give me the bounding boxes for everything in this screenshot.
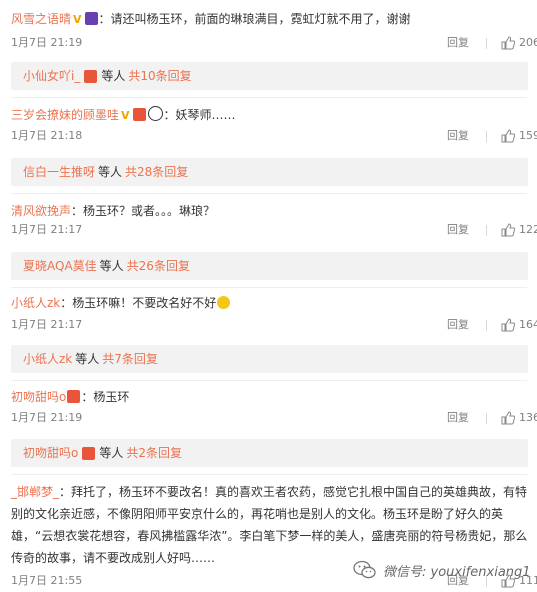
comment-text-block: _邯郸梦_：拜托了，杨玉环不要改名！真的喜欢王者农药，感觉它扎根中国自己的英雄典… bbox=[11, 481, 529, 569]
comment-text: ：杨玉环？或者。。。琳琅？ bbox=[71, 204, 216, 218]
divider bbox=[486, 320, 487, 331]
panda-emoji-icon bbox=[147, 106, 163, 121]
reply-count-link[interactable]: 共2条回复 bbox=[126, 439, 182, 467]
divider bbox=[11, 97, 527, 98]
reply-username[interactable]: 小纸人zk bbox=[23, 345, 72, 373]
like-count: 206 bbox=[519, 36, 537, 49]
comment-text-line: _邯郸梦_：拜托了，杨玉环不要改名！真的喜欢王者农药，感觉它扎根中国自己的英雄典… bbox=[11, 481, 529, 503]
reply-button[interactable]: 回复 bbox=[447, 410, 469, 426]
thumbs-up-icon bbox=[501, 223, 515, 237]
reply-username[interactable]: 初吻甜吗o bbox=[23, 439, 78, 467]
thumbs-up-icon bbox=[501, 318, 515, 332]
divider bbox=[11, 380, 527, 381]
member-badge-icon bbox=[67, 390, 81, 403]
reply-button[interactable]: 回复 bbox=[447, 222, 469, 238]
vip-badge-icon: V bbox=[73, 13, 82, 26]
divider bbox=[486, 413, 487, 424]
reply-others: 等人 bbox=[98, 165, 123, 179]
watermark: 微信号: youxifenxiang1 bbox=[353, 560, 531, 580]
reply-count-link[interactable]: 共10条回复 bbox=[128, 62, 191, 90]
vip-badge-icon: V bbox=[121, 109, 130, 122]
member-badge-icon bbox=[132, 108, 146, 121]
replies-summary[interactable]: 信白一生推呀 等人 共28条回复 bbox=[11, 158, 528, 186]
comment-username[interactable]: 风雪之语晴 bbox=[11, 12, 71, 26]
like-button[interactable]: 164 bbox=[501, 317, 537, 333]
reply-others: 等人 bbox=[99, 259, 124, 273]
watermark-text: 微信号: youxifenxiang1 bbox=[383, 564, 531, 580]
comment-time: 1月7日 21:55 bbox=[11, 574, 83, 587]
like-count: 159 bbox=[519, 129, 537, 142]
reply-button[interactable]: 回复 bbox=[447, 317, 469, 333]
crying-emoji-icon bbox=[217, 296, 231, 309]
thumbs-up-icon bbox=[501, 129, 515, 143]
reply-count-link[interactable]: 共7条回复 bbox=[102, 345, 158, 373]
like-count: 136 bbox=[519, 411, 537, 424]
divider bbox=[11, 193, 527, 194]
comment-text: ：请还叫杨玉环，前面的琳琅满目，霓虹灯就不用了，谢谢 bbox=[98, 12, 411, 26]
thumbs-up-icon bbox=[501, 411, 515, 425]
divider bbox=[11, 287, 527, 288]
thumbs-up-icon bbox=[501, 36, 515, 50]
comment-meta: 1月7日 21:18 回复 159 bbox=[11, 128, 537, 144]
comment-text-line: 初吻甜吗o ：杨玉环 bbox=[11, 388, 129, 406]
reply-button[interactable]: 回复 bbox=[447, 35, 469, 51]
reply-count-link[interactable]: 共28条回复 bbox=[125, 158, 188, 186]
comment-meta: 1月7日 21:19 回复 136 bbox=[11, 410, 537, 426]
reply-others: 等人 bbox=[101, 69, 126, 83]
replies-summary[interactable]: 夏晓AQA莫佳 等人 共26条回复 bbox=[11, 252, 528, 280]
comment-text: ：拜托了，杨玉环不要改名！真的喜欢王者农药，感觉它扎根中国自己的英雄典故，有特 bbox=[59, 485, 528, 499]
comment-time: 1月7日 21:17 bbox=[11, 318, 83, 331]
comment-username[interactable]: 小纸人zk bbox=[11, 296, 60, 310]
divider bbox=[11, 474, 527, 475]
comment-text-line: 别的文化亲近感，不像阴阳师平安京什么的，再花哨也是别人的文化。杨玉环是盼了好久的… bbox=[11, 507, 504, 521]
member-badge-icon bbox=[84, 12, 98, 25]
reply-others: 等人 bbox=[75, 352, 100, 366]
comment-username[interactable]: _邯郸梦_ bbox=[11, 485, 59, 499]
divider bbox=[486, 38, 487, 49]
like-count: 164 bbox=[519, 318, 537, 331]
reply-username[interactable]: 夏晓AQA莫佳 bbox=[23, 252, 97, 280]
comment-time: 1月7日 21:19 bbox=[11, 36, 83, 49]
replies-summary[interactable]: 初吻甜吗o 等人 共2条回复 bbox=[11, 439, 528, 467]
like-button[interactable]: 136 bbox=[501, 410, 537, 426]
comment-time: 1月7日 21:19 bbox=[11, 411, 83, 424]
comment-username[interactable]: 清风欲挽声 bbox=[11, 204, 71, 218]
comment-meta: 1月7日 21:17 回复 122 bbox=[11, 222, 537, 238]
divider bbox=[486, 225, 487, 236]
like-button[interactable]: 122 bbox=[501, 222, 537, 238]
comment-text-line: 雄，“云想衣裳花想容，春风拂槛露华浓”。李白笔下梦一样的美人，盛唐亮丽的符号杨贵… bbox=[11, 529, 528, 543]
comment-time: 1月7日 21:18 bbox=[11, 129, 83, 142]
replies-summary[interactable]: 小仙女吖i_ 等人 共10条回复 bbox=[11, 62, 528, 90]
comment-username[interactable]: 初吻甜吗o bbox=[11, 390, 66, 404]
comment-text: ：妖琴师…… bbox=[163, 108, 236, 122]
comment-meta: 1月7日 21:19 回复 206 bbox=[11, 35, 537, 51]
comment-text-line: 风雪之语晴 V ：请还叫杨玉环，前面的琳琅满目，霓虹灯就不用了，谢谢 bbox=[11, 10, 411, 29]
comment-username[interactable]: 三岁会撩妹的顾墨哇 bbox=[11, 108, 119, 122]
member-badge-icon bbox=[82, 446, 96, 460]
reply-button[interactable]: 回复 bbox=[447, 128, 469, 144]
reply-others: 等人 bbox=[99, 446, 124, 460]
divider bbox=[486, 131, 487, 142]
like-count: 122 bbox=[519, 223, 537, 236]
comment-text: ：杨玉环嘛！不要改名好不好 bbox=[60, 296, 217, 310]
replies-summary[interactable]: 小纸人zk 等人 共7条回复 bbox=[11, 345, 528, 373]
reply-username[interactable]: 小仙女吖i_ bbox=[23, 62, 80, 90]
comment-text: ：杨玉环 bbox=[81, 390, 130, 404]
like-button[interactable]: 206 bbox=[501, 35, 537, 51]
reply-username[interactable]: 信白一生推呀 bbox=[23, 158, 95, 186]
comment-text-line: 小纸人zk：杨玉环嘛！不要改名好不好 bbox=[11, 294, 231, 312]
wechat-logo-icon bbox=[353, 560, 376, 579]
comment-time: 1月7日 21:17 bbox=[11, 223, 83, 236]
reply-count-link[interactable]: 共26条回复 bbox=[127, 252, 190, 280]
comment-meta: 1月7日 21:17 回复 164 bbox=[11, 317, 537, 333]
like-button[interactable]: 159 bbox=[501, 128, 537, 144]
member-badge-icon bbox=[84, 69, 98, 83]
comment-text-line: 清风欲挽声：杨玉环？或者。。。琳琅？ bbox=[11, 202, 215, 220]
comment-text-line: 三岁会撩妹的顾墨哇 V ：妖琴师…… bbox=[11, 106, 236, 125]
